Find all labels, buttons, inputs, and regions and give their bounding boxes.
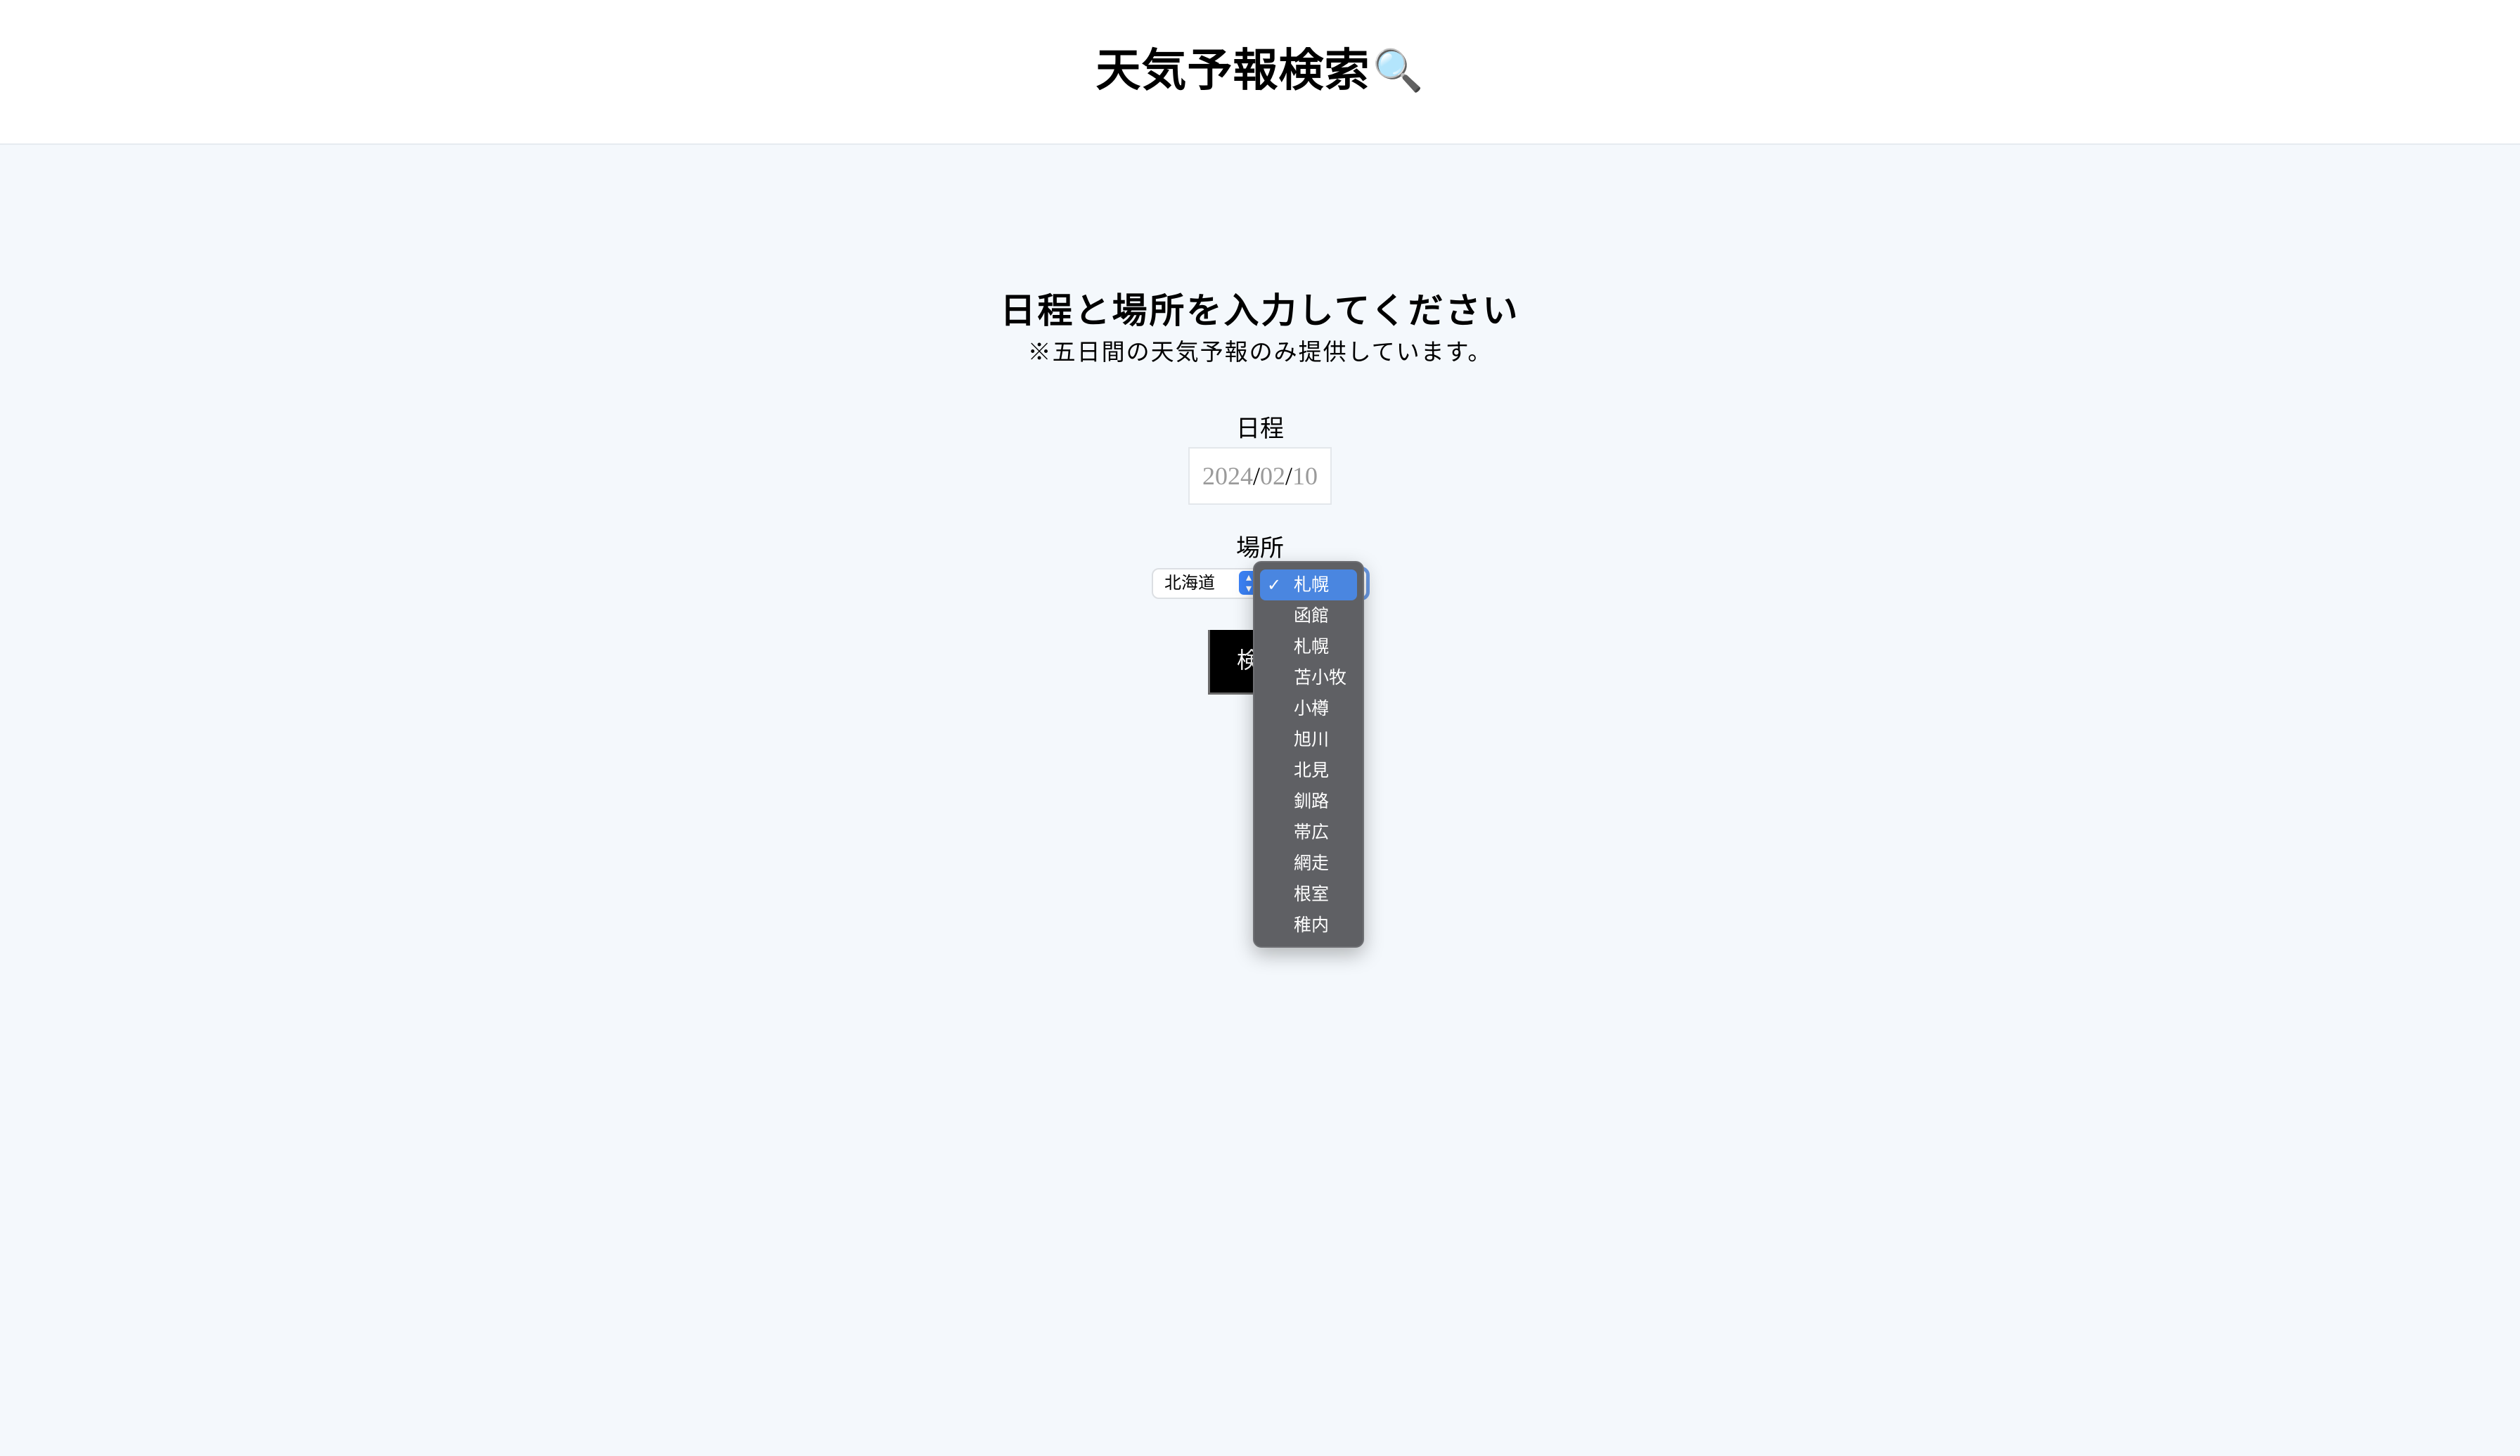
date-input[interactable]: 2024/02/10	[1188, 447, 1332, 505]
city-option[interactable]: 釧路	[1260, 786, 1357, 817]
date-label: 日程	[1236, 415, 1284, 443]
checkmark-icon: ✓	[1267, 575, 1282, 595]
city-option[interactable]: 稚内	[1260, 910, 1357, 941]
city-option-label: 函館	[1294, 606, 1330, 626]
city-option-label: 札幌	[1294, 575, 1330, 595]
city-option-label: 北見	[1294, 761, 1330, 780]
city-option[interactable]: 苫小牧	[1260, 662, 1357, 693]
date-month[interactable]: 02	[1260, 462, 1285, 490]
city-option[interactable]: 網走	[1260, 848, 1357, 879]
city-option-label: 小樽	[1294, 699, 1330, 719]
city-option[interactable]: 小樽	[1260, 693, 1357, 724]
prefecture-value: 北海道	[1164, 574, 1215, 593]
city-dropdown-menu: ✓ 札幌 函館 札幌 苫小牧 小樽 旭川 北見 釧路 帯広 網走 根室 稚内	[1253, 561, 1364, 948]
date-separator: /	[1252, 462, 1260, 490]
site-title-text: 天気予報検索	[1095, 44, 1370, 97]
city-option-label: 帯広	[1294, 823, 1330, 842]
site-header: 天気予報検索🔍	[0, 0, 2520, 145]
city-option[interactable]: 札幌	[1260, 631, 1357, 662]
city-option[interactable]: 旭川	[1260, 724, 1357, 755]
city-option[interactable]: 帯広	[1260, 817, 1357, 848]
city-option[interactable]: 北見	[1260, 755, 1357, 786]
date-day[interactable]: 10	[1292, 462, 1318, 490]
forecast-note: ※五日間の天気予報のみ提供しています。	[1027, 338, 1493, 366]
city-option-label: 網走	[1294, 853, 1330, 873]
site-title: 天気予報検索🔍	[0, 37, 2520, 105]
city-option-label: 釧路	[1294, 792, 1330, 811]
date-year[interactable]: 2024	[1202, 462, 1253, 490]
city-option-label: 根室	[1294, 884, 1330, 904]
city-option-label: 苫小牧	[1294, 668, 1347, 688]
city-option-label: 旭川	[1294, 730, 1330, 749]
city-option[interactable]: ✓ 札幌	[1260, 569, 1357, 600]
form-heading: 日程と場所を入力してください	[1000, 290, 1520, 331]
city-option-label: 稚内	[1294, 915, 1330, 935]
date-separator: /	[1285, 462, 1293, 490]
city-option[interactable]: 函館	[1260, 600, 1357, 631]
city-option[interactable]: 根室	[1260, 879, 1357, 910]
city-option-label: 札幌	[1294, 637, 1330, 657]
magnifier-icon: 🔍	[1372, 46, 1425, 94]
